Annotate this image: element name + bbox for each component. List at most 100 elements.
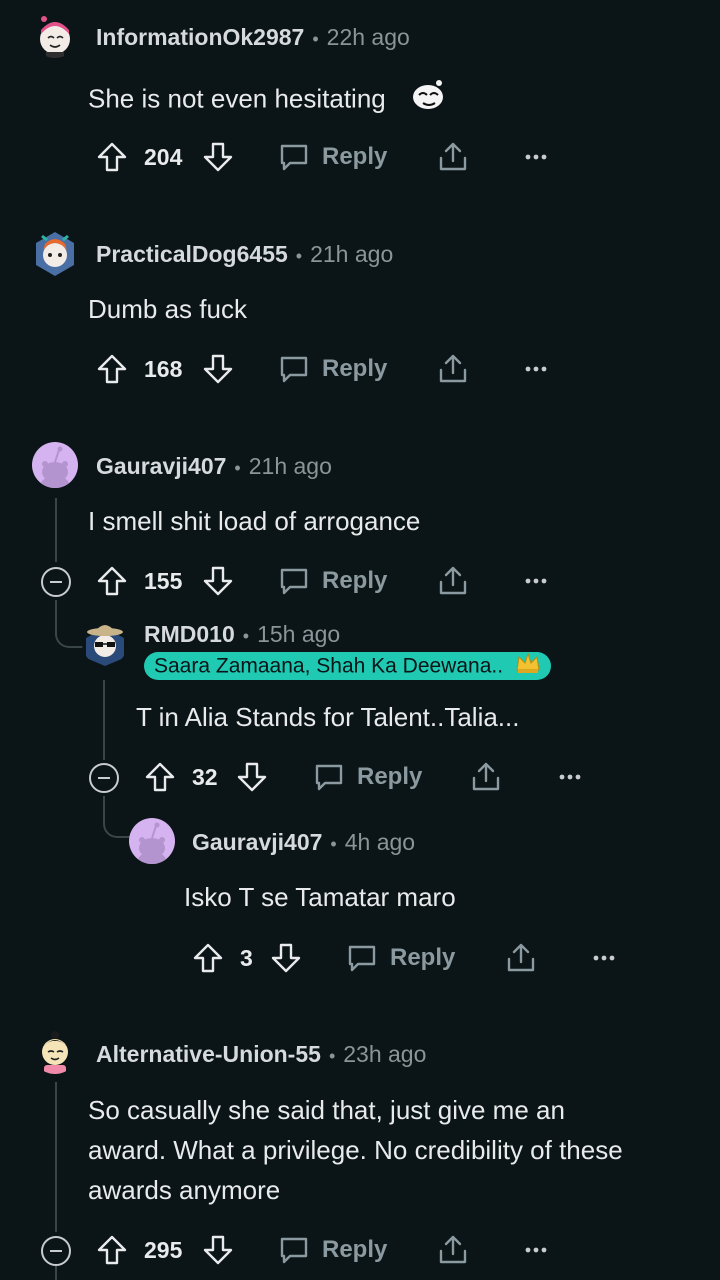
- more-icon: [593, 955, 615, 961]
- crown-icon: [515, 652, 541, 682]
- avatar[interactable]: [32, 442, 78, 488]
- username[interactable]: Alternative-Union-55: [96, 1041, 321, 1067]
- speech-bubble-icon: [348, 945, 376, 972]
- upvote-icon: [97, 354, 127, 384]
- share-button[interactable]: [437, 1230, 469, 1270]
- comment-meta: Gauravji407 • 4h ago: [192, 829, 416, 855]
- comment-actions: 3 Reply: [0, 938, 720, 978]
- upvote-button[interactable]: [144, 757, 176, 797]
- thread-connector: [103, 796, 133, 838]
- comment-text-line: So casually she said that, just give me …: [88, 1095, 565, 1125]
- reply-label: Reply: [357, 763, 423, 790]
- upvote-icon: [97, 142, 127, 172]
- thread-line: [55, 1082, 57, 1232]
- comment-meta: Gauravji407 • 21h ago: [96, 453, 332, 479]
- downvote-button[interactable]: [202, 349, 234, 389]
- upvote-button[interactable]: [96, 137, 128, 177]
- vote-count: 155: [144, 567, 183, 594]
- vote-count: 168: [144, 355, 183, 382]
- username[interactable]: InformationOk2987: [96, 24, 304, 50]
- downvote-button[interactable]: [202, 137, 234, 177]
- more-icon: [525, 366, 547, 372]
- avatar[interactable]: [32, 1028, 78, 1074]
- share-button[interactable]: [505, 938, 537, 978]
- reply-button[interactable]: Reply: [313, 757, 422, 797]
- downvote-icon: [203, 354, 233, 384]
- speech-bubble-icon: [315, 764, 343, 791]
- reply-button[interactable]: Reply: [278, 1230, 387, 1270]
- downvote-button[interactable]: [202, 1230, 234, 1270]
- vote-count: 3: [240, 944, 253, 971]
- share-icon: [439, 354, 467, 383]
- reply-button[interactable]: Reply: [346, 938, 455, 978]
- avatar[interactable]: [32, 12, 78, 58]
- upvote-button[interactable]: [96, 349, 128, 389]
- share-icon: [439, 1235, 467, 1264]
- username[interactable]: RMD010: [144, 621, 235, 647]
- share-button[interactable]: [437, 561, 469, 601]
- downvote-button[interactable]: [270, 938, 302, 978]
- share-button[interactable]: [470, 757, 502, 797]
- upvote-button[interactable]: [192, 938, 224, 978]
- more-button[interactable]: [524, 137, 548, 177]
- reply-label: Reply: [322, 143, 388, 170]
- share-icon: [439, 142, 467, 171]
- comment-text-line: awards anymore: [88, 1175, 281, 1205]
- reply-label: Reply: [322, 355, 388, 382]
- timestamp: 23h ago: [343, 1041, 427, 1067]
- comment-actions: 168 Reply: [0, 349, 720, 389]
- share-button[interactable]: [437, 349, 469, 389]
- share-button[interactable]: [437, 137, 469, 177]
- more-icon: [525, 154, 547, 160]
- downvote-icon: [203, 1235, 233, 1265]
- comment-actions: 32 Reply: [0, 757, 720, 797]
- vote-count: 295: [144, 1236, 183, 1263]
- vote-count: 204: [144, 143, 183, 170]
- timestamp: 21h ago: [310, 241, 394, 267]
- comment-meta: RMD010 • 15h ago: [144, 621, 341, 647]
- reply-label: Reply: [322, 567, 388, 594]
- share-icon: [472, 762, 500, 791]
- downvote-icon: [237, 762, 267, 792]
- vote-count: 32: [192, 763, 218, 790]
- more-button[interactable]: [524, 561, 548, 601]
- comment-actions: 155 Reply: [0, 561, 720, 601]
- more-button[interactable]: [524, 349, 548, 389]
- more-icon: [525, 578, 547, 584]
- downvote-button[interactable]: [202, 561, 234, 601]
- share-icon: [439, 566, 467, 595]
- more-button[interactable]: [558, 757, 582, 797]
- upvote-button[interactable]: [96, 1230, 128, 1270]
- comment-text-line: award. What a privilege. No credibility …: [88, 1135, 623, 1165]
- comment-actions: 295 Reply: [0, 1230, 720, 1270]
- speech-bubble-icon: [280, 1237, 308, 1264]
- avatar[interactable]: [129, 818, 175, 864]
- reply-button[interactable]: Reply: [278, 561, 387, 601]
- emoji-icon: [409, 77, 447, 124]
- avatar[interactable]: [82, 620, 128, 666]
- downvote-button[interactable]: [236, 757, 268, 797]
- speech-bubble-icon: [280, 356, 308, 383]
- more-button[interactable]: [524, 1230, 548, 1270]
- more-button[interactable]: [592, 938, 616, 978]
- username[interactable]: PracticalDog6455: [96, 241, 288, 267]
- thread-line: [55, 498, 57, 562]
- username[interactable]: Gauravji407: [192, 829, 322, 855]
- reply-button[interactable]: Reply: [278, 349, 387, 389]
- comment-text: I smell shit load of arrogance: [88, 506, 421, 536]
- avatar[interactable]: [32, 230, 78, 276]
- upvote-icon: [145, 762, 175, 792]
- speech-bubble-icon: [280, 568, 308, 595]
- username[interactable]: Gauravji407: [96, 453, 226, 479]
- comment-text-content: She is not even hesitating: [88, 83, 386, 114]
- reply-button[interactable]: Reply: [278, 137, 387, 177]
- comment-meta: InformationOk2987 • 22h ago: [96, 24, 410, 50]
- comment-meta: Alternative-Union-55 • 23h ago: [96, 1041, 427, 1067]
- timestamp: 21h ago: [248, 453, 332, 479]
- user-flair-text: Saara Zamaana, Shah Ka Deewana..: [154, 654, 504, 678]
- timestamp: 22h ago: [326, 24, 410, 50]
- downvote-icon: [203, 142, 233, 172]
- thread-line: [103, 680, 105, 760]
- upvote-button[interactable]: [96, 561, 128, 601]
- speech-bubble-icon: [280, 144, 308, 171]
